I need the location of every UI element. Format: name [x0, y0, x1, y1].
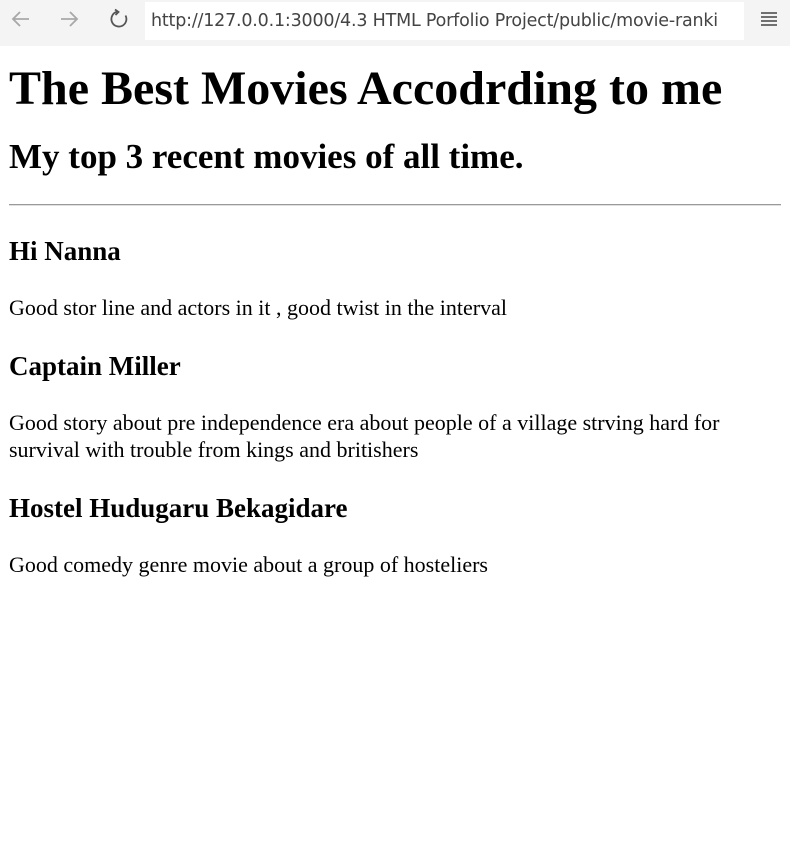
movie-review: Good comedy genre movie about a group of…	[9, 552, 488, 577]
page-title: The Best Movies Accodrding to me	[9, 62, 723, 115]
reload-button[interactable]	[105, 7, 133, 35]
movie-title: Hi Nanna	[9, 236, 121, 266]
arrow-right-icon	[58, 8, 80, 35]
url-text: http://127.0.0.1:3000/4.3 HTML Porfolio …	[151, 11, 718, 31]
arrow-left-icon	[10, 8, 32, 35]
page-subtitle: My top 3 recent movies of all time.	[9, 137, 524, 176]
movie-item: Captain Miller Good story about pre inde…	[9, 350, 781, 463]
menu-button[interactable]	[756, 8, 782, 34]
movie-review: Good stor line and actors in it , good t…	[9, 295, 507, 320]
movie-title: Captain Miller	[9, 351, 181, 381]
movie-title: Hostel Hudugaru Bekagidare	[9, 493, 348, 523]
address-bar[interactable]: http://127.0.0.1:3000/4.3 HTML Porfolio …	[145, 2, 744, 40]
browser-toolbar: http://127.0.0.1:3000/4.3 HTML Porfolio …	[0, 0, 790, 46]
forward-button[interactable]	[55, 7, 83, 35]
page-content: The Best Movies Accodrding to me My top …	[0, 46, 790, 578]
divider	[9, 204, 781, 206]
hamburger-menu-icon	[759, 10, 779, 32]
movie-review: Good story about pre independence era ab…	[9, 410, 720, 462]
movie-item: Hi Nanna Good stor line and actors in it…	[9, 235, 781, 321]
reload-icon	[108, 8, 130, 35]
back-button[interactable]	[7, 7, 35, 35]
movie-item: Hostel Hudugaru Bekagidare Good comedy g…	[9, 492, 781, 578]
